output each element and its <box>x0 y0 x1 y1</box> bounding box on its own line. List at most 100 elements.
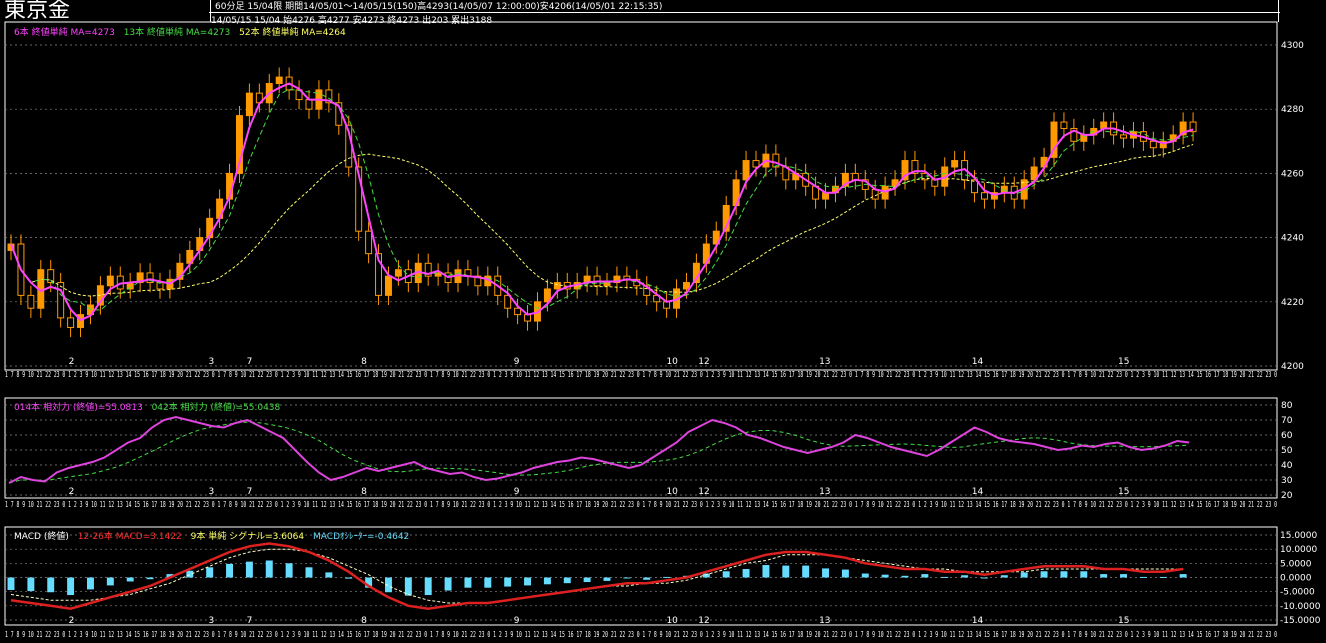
day-label-rsi: 9 <box>514 487 520 497</box>
macd-osc-bar <box>325 572 333 578</box>
day-label-rsi: 13 <box>819 487 830 497</box>
macd-osc-bar <box>106 577 114 586</box>
day-label-macd: 3 <box>209 616 215 626</box>
macd-osc-bar <box>1080 571 1088 578</box>
day-label-rsi: 8 <box>361 487 367 497</box>
macd-osc-bar <box>206 567 214 578</box>
price-legend: 6本 終値単純 MA=4273 13本 終値単純 MA=4273 52本 終値単… <box>14 25 352 38</box>
candle-body <box>951 160 959 168</box>
day-label-macd: 15 <box>1118 616 1129 626</box>
macd-osc-bar <box>484 577 492 588</box>
ma6-line <box>10 82 1194 322</box>
macd-osc-bar <box>980 577 988 579</box>
macd-osc-bar <box>126 577 134 582</box>
macd-osc-bar <box>305 567 313 578</box>
macd-osc-bar <box>623 577 631 579</box>
price-tick-label: 4260 <box>1281 169 1304 179</box>
macd-osc-bar <box>702 573 710 578</box>
macd-osc-bar <box>742 569 750 578</box>
macd-osc-bar <box>27 577 35 592</box>
macd-title-legend: MACD (終値) <box>14 532 69 542</box>
ma13-legend: 13本 終値単純 MA=4273 <box>123 28 231 38</box>
price-tick-label: 4240 <box>1281 234 1304 244</box>
macd-osc-bar <box>424 577 432 596</box>
macd-osc-bar <box>265 560 273 578</box>
day-label-rsi: 10 <box>666 487 678 497</box>
macd-osc-bar <box>245 561 253 578</box>
macd-osc-bar <box>782 565 790 578</box>
day-label-rsi: 14 <box>972 487 984 497</box>
macd-osc-bar <box>1159 576 1167 578</box>
ma13-line <box>10 88 1194 311</box>
macd-osc-bar <box>1040 571 1048 578</box>
rsi14-legend: 014本 相対力 (終値)=55.0813 <box>14 403 143 413</box>
day-label-macd: 2 <box>69 616 75 626</box>
macd-osc-bar <box>543 577 551 585</box>
macd-osc-bar <box>762 565 770 578</box>
macd-tick-label: -15.0000 <box>1280 616 1321 626</box>
day-label-price: 13 <box>819 357 830 367</box>
candle-body <box>365 230 373 255</box>
macd-osc-bar <box>961 575 969 578</box>
ma6-legend: 6本 終値単純 MA=4273 <box>14 28 115 38</box>
macd-osc-bar <box>841 569 849 578</box>
candle-body <box>275 76 283 85</box>
ma52-legend: 52本 終値単純 MA=4264 <box>239 28 346 38</box>
macd-signal-legend: 9本 単純 シグナル=3.6064 <box>190 532 305 542</box>
candle-body <box>682 282 690 290</box>
candle-body <box>742 160 750 181</box>
candle-body <box>57 282 65 319</box>
day-label-macd: 8 <box>361 616 367 626</box>
day-label-price: 7 <box>247 357 253 367</box>
macd-osc-bar <box>1139 576 1147 578</box>
rsi-tick-label: 50 <box>1281 446 1293 456</box>
candle-body <box>245 92 253 117</box>
macd-tick-label: 10.0000 <box>1280 545 1317 555</box>
macd-osc-bar <box>345 577 353 579</box>
day-label-rsi: 2 <box>69 487 75 497</box>
macd-osc-bar <box>464 577 472 588</box>
day-label-macd: 7 <box>247 616 253 626</box>
chart-canvas[interactable]: 4200 4220 4240 4260 4280 4300 2 3 7 8 9 10 12 13 14 15 1… <box>0 0 1326 643</box>
macd-osc-bar <box>583 577 591 583</box>
candle-body <box>1060 121 1068 129</box>
hour-tick-labels-rsi: 1 7 8 9 10 21 22 23 0 1 2 3 9 10 11 12 1… <box>5 500 1277 509</box>
macd-tick-label: 0.0000 <box>1280 574 1312 584</box>
day-label-price: 15 <box>1118 357 1129 367</box>
candle-body <box>772 153 780 168</box>
candle-body <box>1100 121 1108 129</box>
candle-body <box>881 185 889 200</box>
macd-tick-label: 5.0000 <box>1280 559 1312 569</box>
macd-osc-bar <box>1100 574 1108 578</box>
day-label-price: 14 <box>972 357 984 367</box>
macd-osc-bar <box>226 563 234 578</box>
macd-osc-legend: MACDｵｼﾚｰﾀｰ=-0.4642 <box>313 532 410 542</box>
macd-tick-label: -10.0000 <box>1280 602 1321 612</box>
day-label-price: 8 <box>361 357 367 367</box>
candle-body <box>1149 140 1157 149</box>
rsi-tick-label: 60 <box>1281 431 1293 441</box>
rsi-tick-label: 20 <box>1281 491 1293 501</box>
candle-body <box>394 269 402 277</box>
macd-osc-bar <box>444 577 452 591</box>
day-label-macd: 12 <box>698 616 709 626</box>
macd-legend: MACD (終値) 12-26本 MACD=3.1422 9本 単純 シグナル=… <box>14 529 415 542</box>
macd-line-legend: 12-26本 MACD=3.1422 <box>77 532 182 542</box>
macd-osc-bar <box>663 576 671 578</box>
macd-osc-bar <box>86 577 94 590</box>
macd-osc-bar <box>563 577 571 584</box>
rsi-tick-label: 80 <box>1281 401 1293 411</box>
day-label-price: 3 <box>209 357 215 367</box>
macd-osc-bar <box>1020 572 1028 578</box>
price-tick-label: 4300 <box>1281 41 1304 51</box>
macd-osc-bar <box>722 571 730 578</box>
macd-osc-bar <box>643 577 651 580</box>
candle-body <box>553 282 561 290</box>
macd-tick-label: 15.0000 <box>1280 531 1317 541</box>
candle-body <box>1120 134 1128 139</box>
panel-frame-0 <box>4 21 1278 371</box>
macd-osc-bar <box>47 577 55 593</box>
day-label-rsi: 3 <box>209 487 215 497</box>
macd-osc-bar <box>921 574 929 578</box>
day-label-macd: 14 <box>972 616 984 626</box>
